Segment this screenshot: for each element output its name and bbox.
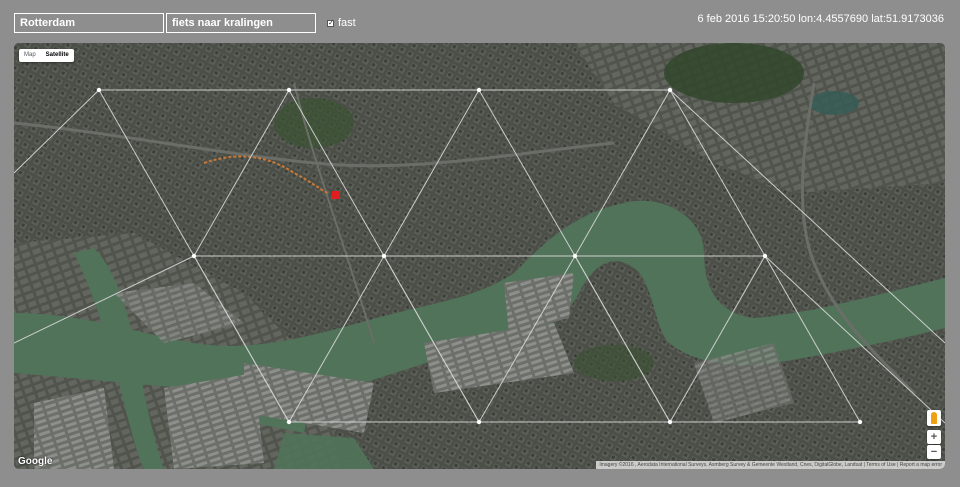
fast-label: fast bbox=[338, 17, 356, 29]
grid-node bbox=[96, 87, 102, 93]
grid-node bbox=[667, 419, 673, 425]
grid-node bbox=[381, 253, 387, 259]
status-readout: 6 feb 2016 15:20:50 lon:4.4557690 lat:51… bbox=[697, 13, 944, 25]
grid-node bbox=[857, 419, 863, 425]
fast-checkbox[interactable]: ✓ bbox=[327, 20, 334, 27]
pegman-icon[interactable] bbox=[927, 410, 941, 426]
grid-node bbox=[476, 87, 482, 93]
map-type-satellite-button[interactable]: Satellite bbox=[41, 49, 74, 62]
zoom-in-button[interactable]: + bbox=[927, 430, 941, 444]
grid-node bbox=[476, 419, 482, 425]
grid-node bbox=[286, 419, 292, 425]
map-view[interactable]: Map Satellite + − Google Imagery ©2016 ,… bbox=[14, 43, 945, 469]
google-logo: Google bbox=[18, 456, 53, 467]
map-type-control[interactable]: Map Satellite bbox=[19, 49, 74, 62]
grid-node bbox=[572, 253, 578, 259]
location-input[interactable] bbox=[14, 13, 164, 33]
satellite-imagery bbox=[14, 43, 945, 469]
zoom-out-button[interactable]: − bbox=[927, 445, 941, 459]
position-marker bbox=[332, 191, 340, 199]
query-input[interactable] bbox=[166, 13, 316, 33]
grid-node bbox=[286, 87, 292, 93]
map-type-map-button[interactable]: Map bbox=[19, 49, 41, 62]
grid-node bbox=[667, 87, 673, 93]
grid-node bbox=[191, 253, 197, 259]
grid-node bbox=[762, 253, 768, 259]
map-attribution[interactable]: Imagery ©2016 , Aerodata International S… bbox=[596, 461, 945, 469]
